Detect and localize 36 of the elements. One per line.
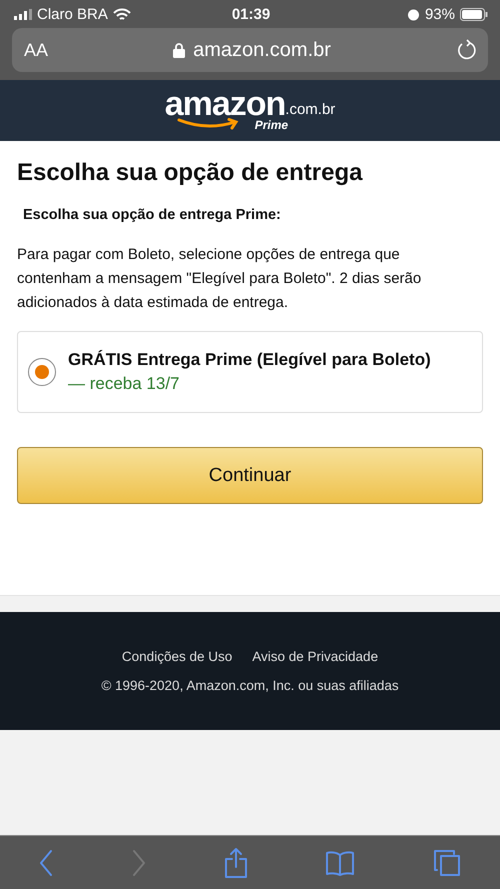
forward-icon xyxy=(130,848,147,876)
copyright-text: © 1996-2020, Amazon.com, Inc. ou suas afiliadas xyxy=(101,678,399,693)
option-title: GRÁTIS Entrega Prime (Elegível para Boleto) xyxy=(68,349,431,371)
url-text: amazon.com.br xyxy=(193,38,331,62)
section-subtitle: Escolha sua opção de entrega Prime: xyxy=(23,207,282,223)
clock: 01:39 xyxy=(232,6,270,22)
share-icon xyxy=(222,846,249,878)
tabs-button[interactable] xyxy=(432,848,462,878)
bookmarks-button[interactable] xyxy=(325,850,356,876)
carrier-name: Claro BRA xyxy=(37,6,108,22)
smile-arrow-icon xyxy=(176,118,241,130)
battery-percent: 93% xyxy=(424,6,455,22)
logo-domain: .com.br xyxy=(285,102,336,118)
text-size-button[interactable]: AA xyxy=(24,40,48,60)
footer-link[interactable]: Condições de Uso xyxy=(122,649,232,664)
address-bar[interactable]: AA amazon.com.br xyxy=(12,28,488,72)
signal-icon xyxy=(14,8,32,20)
continue-button[interactable]: Continuar xyxy=(17,447,483,504)
delivery-date: — receba 13/7 xyxy=(68,373,181,395)
alarm-icon xyxy=(406,8,420,20)
book-icon xyxy=(325,850,356,876)
footer-link[interactable]: Aviso de Privacidade xyxy=(252,649,378,664)
prime-label: Prime xyxy=(254,118,288,132)
lock-icon xyxy=(173,42,186,58)
radio-button[interactable] xyxy=(28,358,56,386)
share-button[interactable] xyxy=(222,846,249,878)
back-button[interactable] xyxy=(38,848,54,876)
reload-icon[interactable] xyxy=(456,39,476,61)
back-icon xyxy=(38,848,54,876)
logo-wordmark: amazon xyxy=(164,90,286,118)
boleto-notice: Para pagar com Boleto, selecione opções de entrega que contenham a mensagem "Elegível para Boleto". 2 dias serão adicionados à data estimada de entrega. xyxy=(17,245,422,313)
tabs-icon xyxy=(432,848,462,878)
wifi-icon xyxy=(112,8,131,20)
battery-icon xyxy=(460,8,488,20)
delivery-option[interactable]: GRÁTIS Entrega Prime (Elegível para Boleto) — receba 13/7 xyxy=(17,331,483,413)
page-title: Escolha sua opção de entrega xyxy=(17,159,364,187)
